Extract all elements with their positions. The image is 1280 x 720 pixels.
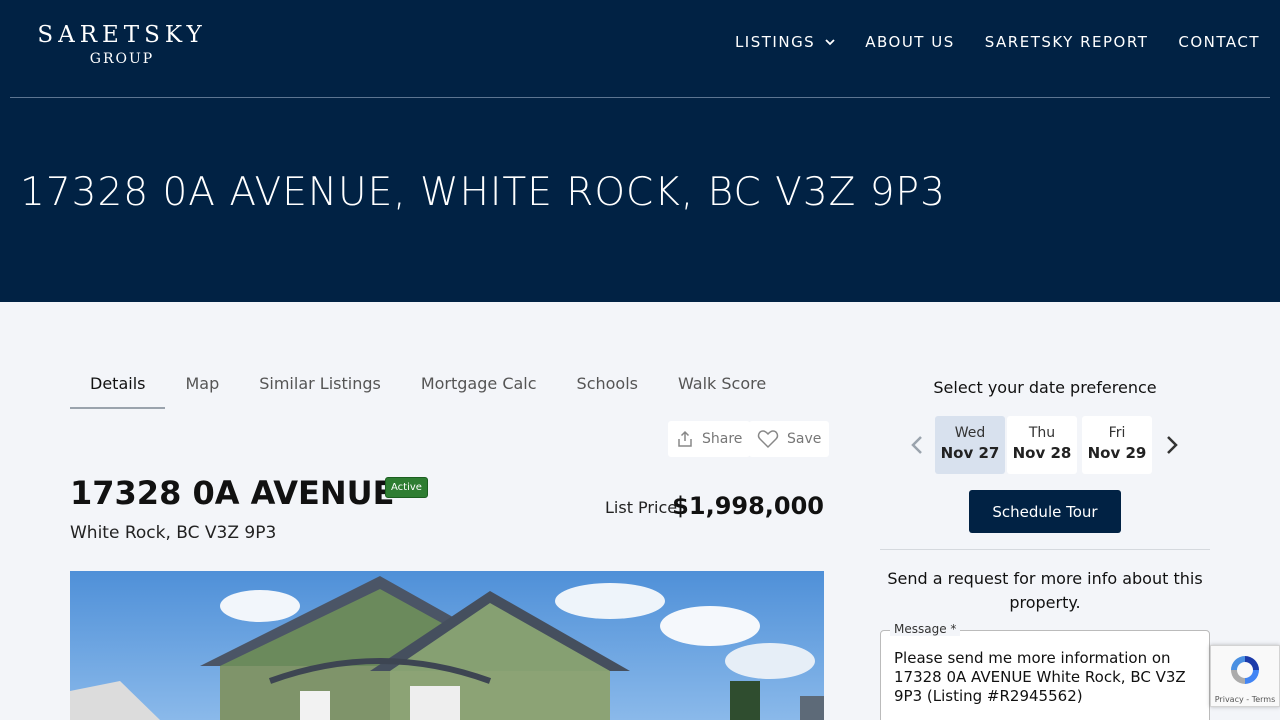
- tab-mortgage-calc[interactable]: Mortgage Calc: [401, 362, 557, 409]
- header-divider: [10, 97, 1270, 98]
- logo-main-text: SARETSKY: [37, 22, 207, 48]
- save-button[interactable]: Save: [749, 421, 830, 457]
- status-badge: Active: [385, 477, 428, 498]
- recaptcha-links[interactable]: Privacy - Terms: [1211, 695, 1279, 704]
- listing-city: White Rock, BC V3Z 9P3: [70, 523, 277, 543]
- date-day: Nov 27: [940, 444, 1000, 462]
- date-dow: Fri: [1108, 425, 1126, 441]
- tab-similar-listings[interactable]: Similar Listings: [239, 362, 401, 409]
- share-icon: [678, 430, 692, 447]
- message-text[interactable]: Please send me more information on 17328…: [894, 649, 1199, 706]
- listing-photo[interactable]: [70, 571, 824, 720]
- recaptcha-badge[interactable]: Privacy - Terms: [1210, 645, 1280, 707]
- listing-tabs: Details Map Similar Listings Mortgage Ca…: [70, 362, 786, 409]
- recaptcha-icon: [1231, 656, 1259, 684]
- house-photo-image: [70, 571, 824, 720]
- nav-item-label: SARETSKY REPORT: [984, 33, 1149, 51]
- nav-item-about-us[interactable]: ABOUT US: [865, 33, 955, 51]
- save-label: Save: [787, 431, 822, 447]
- tab-walk-score[interactable]: Walk Score: [658, 362, 786, 409]
- listing-address: 17328 0A AVENUE: [70, 474, 395, 512]
- date-dow: Thu: [1028, 425, 1056, 441]
- request-info-text: Send a request for more info about this …: [887, 569, 1203, 612]
- share-button[interactable]: Share: [668, 421, 751, 457]
- nav-item-label: ABOUT US: [865, 33, 955, 51]
- tab-map[interactable]: Map: [165, 362, 239, 409]
- tab-details[interactable]: Details: [70, 362, 166, 409]
- date-preference-title: Select your date preference: [933, 378, 1157, 397]
- page-title: 17328 0A AVENUE, WHITE ROCK, BC V3Z 9P3: [20, 170, 946, 215]
- tab-schools[interactable]: Schools: [557, 362, 658, 409]
- price-label: List Price: [605, 498, 678, 517]
- nav-item-contact[interactable]: CONTACT: [1178, 33, 1260, 51]
- nav-item-saretsky-report[interactable]: SARETSKY REPORT: [985, 33, 1149, 51]
- chevron-down-icon: [825, 39, 835, 46]
- date-option-thu[interactable]: Thu Nov 28: [1007, 416, 1077, 474]
- date-option-wed[interactable]: Wed Nov 27: [935, 416, 1005, 474]
- chevron-right-icon[interactable]: [1162, 433, 1182, 457]
- share-label: Share: [702, 431, 743, 447]
- schedule-tour-button[interactable]: Schedule Tour: [969, 490, 1121, 533]
- date-dow: Wed: [954, 425, 986, 441]
- saretsky-logo[interactable]: SARETSKY GROUP: [22, 22, 222, 68]
- heart-icon: [757, 430, 779, 449]
- date-day: Nov 28: [1012, 444, 1072, 462]
- nav-item-listings[interactable]: LISTINGS: [735, 33, 835, 51]
- chevron-left-icon[interactable]: [907, 433, 927, 457]
- main-nav: LISTINGS ABOUT US SARETSKY REPORT CONTAC…: [705, 33, 1260, 51]
- date-day: Nov 29: [1087, 444, 1147, 462]
- logo-sub-text: GROUP: [89, 51, 155, 67]
- nav-item-label: LISTINGS: [734, 33, 816, 51]
- sidebar-divider: [880, 549, 1210, 550]
- date-option-fri[interactable]: Fri Nov 29: [1082, 416, 1152, 474]
- nav-item-label: CONTACT: [1178, 33, 1260, 51]
- list-price: $1,998,000: [672, 492, 824, 520]
- message-label: Message *: [890, 622, 961, 636]
- site-header: SARETSKY GROUP LISTINGS ABOUT US SARETSK…: [0, 0, 1280, 302]
